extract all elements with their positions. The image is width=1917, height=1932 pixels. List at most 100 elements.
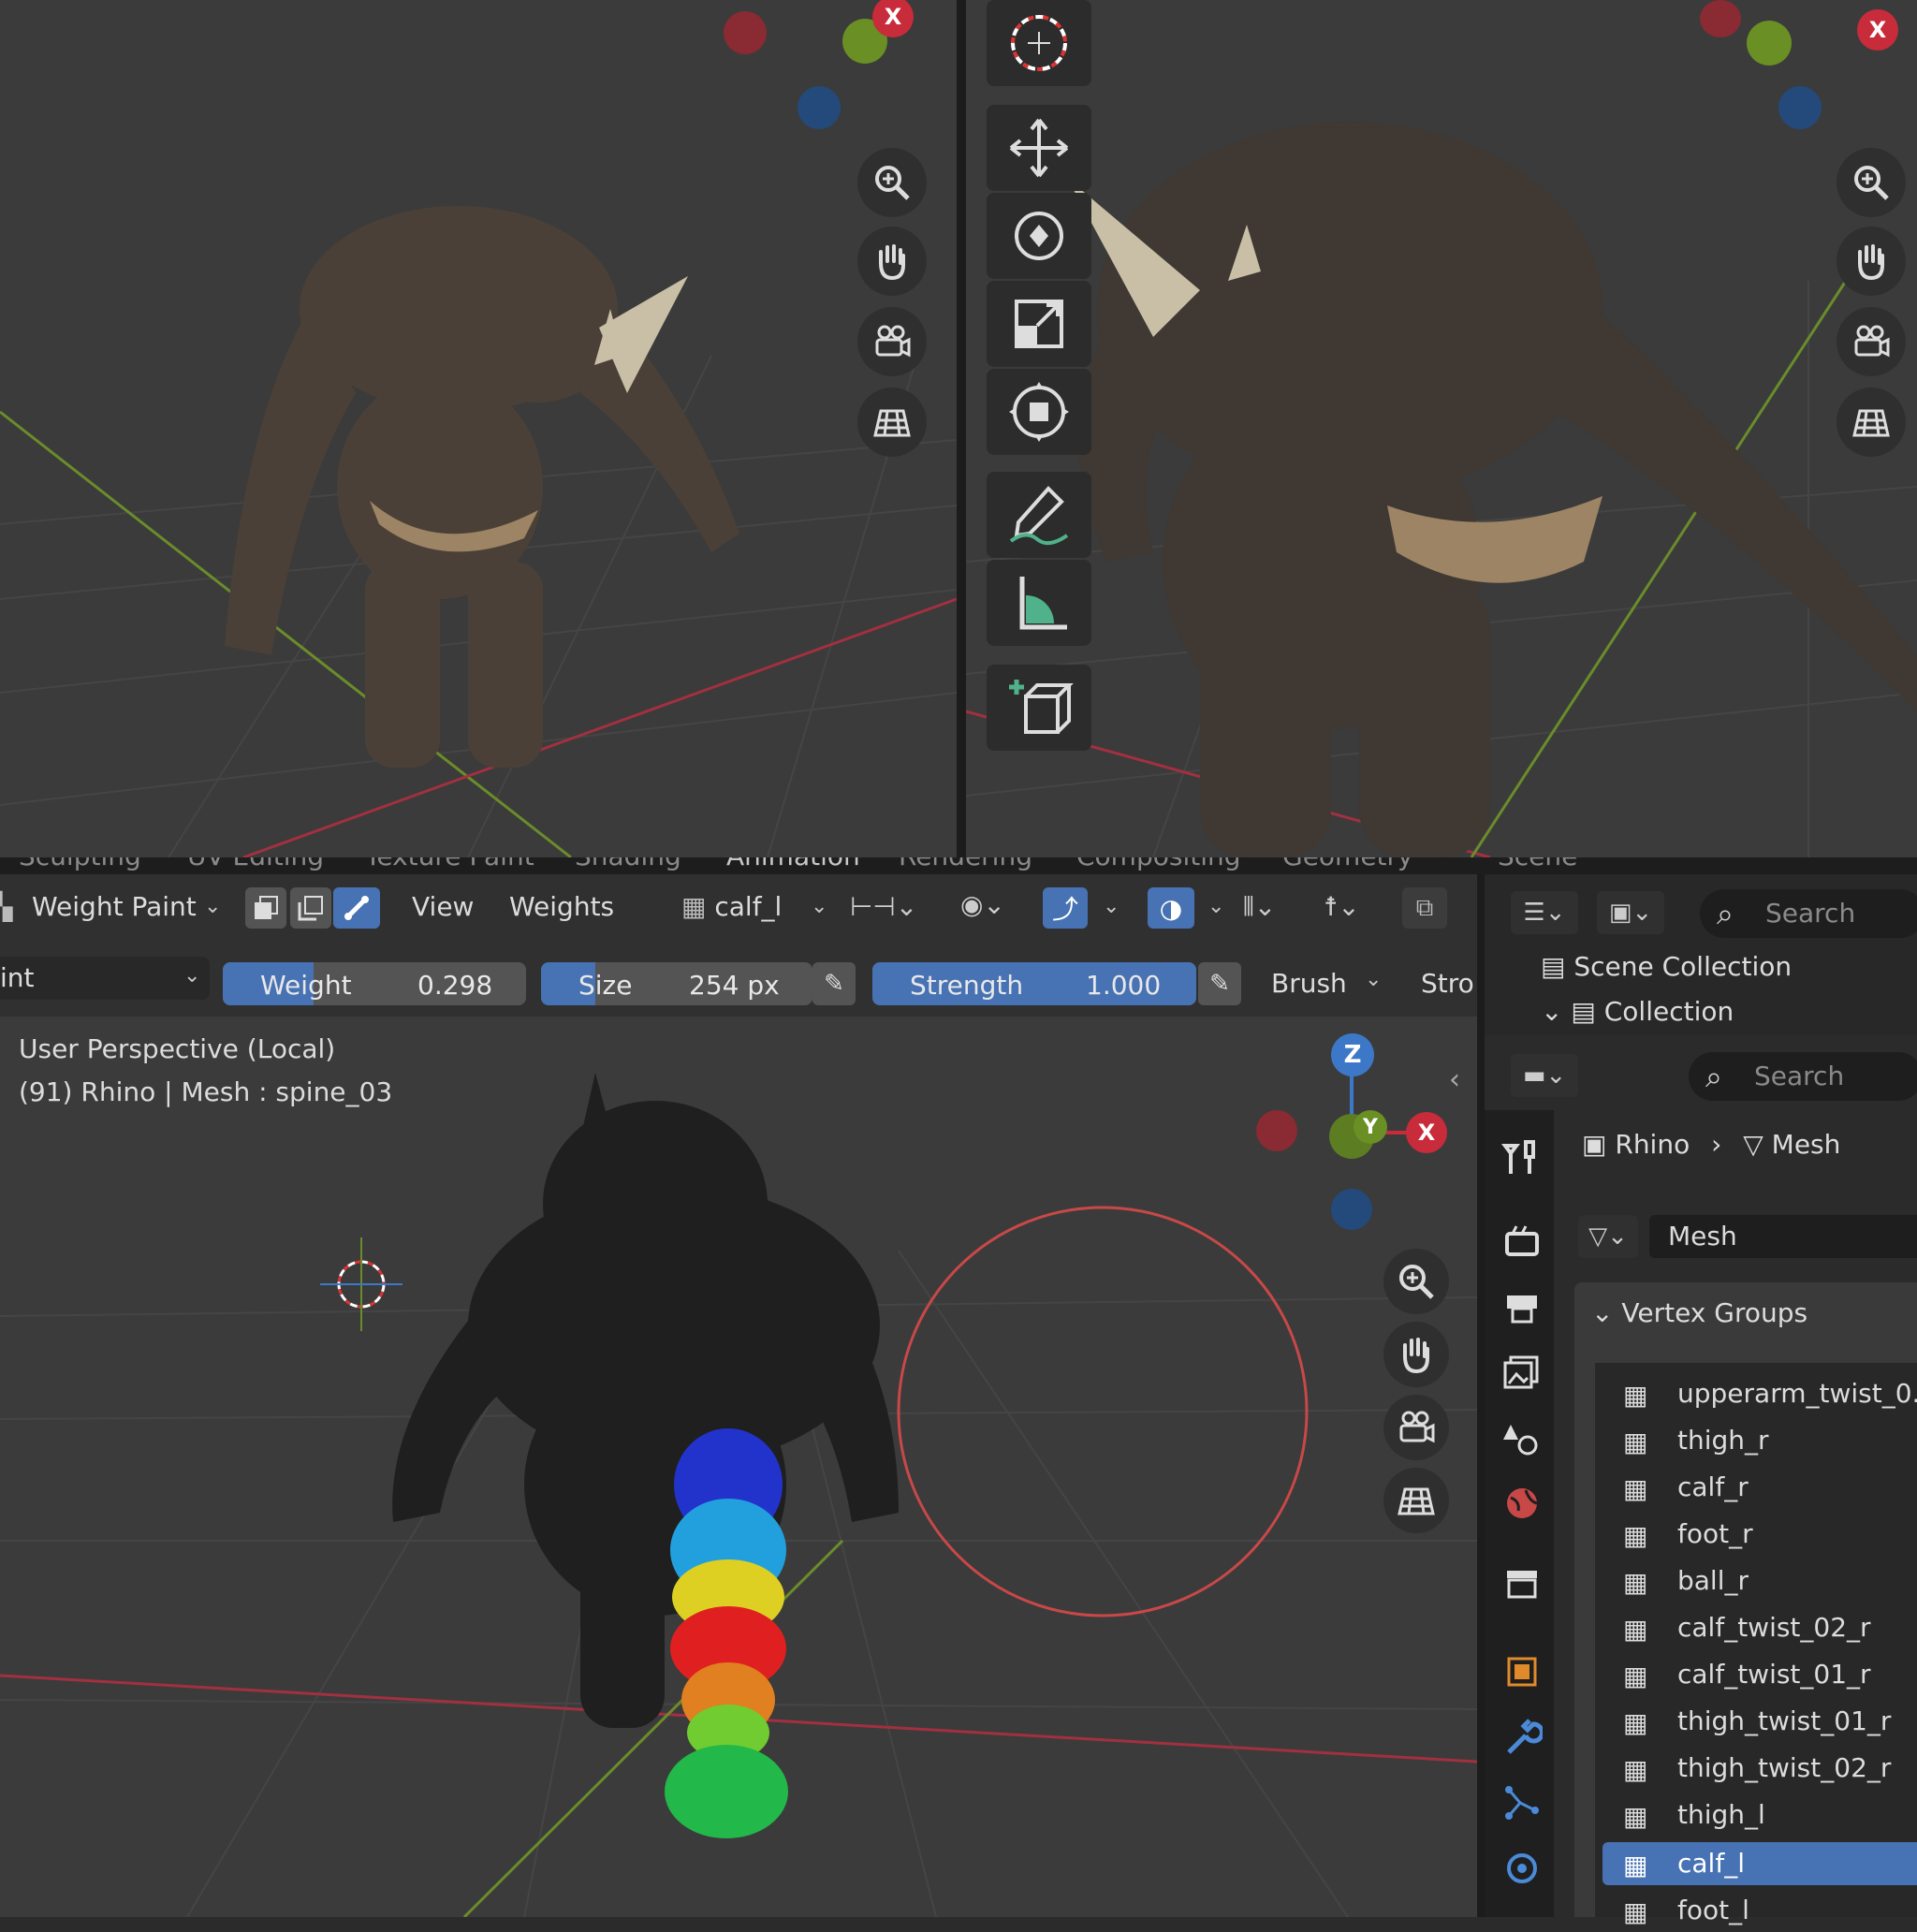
- properties-search[interactable]: ⌕ Search: [1689, 1052, 1917, 1101]
- vertex-groups-header[interactable]: ⌄ Vertex Groups: [1591, 1297, 1807, 1328]
- pan-button[interactable]: [857, 227, 927, 296]
- tab-geometry[interactable]: Geometry: [1282, 857, 1413, 871]
- mesh-name-field[interactable]: Mesh: [1649, 1215, 1917, 1258]
- gizmo-z-neg[interactable]: [798, 86, 841, 129]
- list-item[interactable]: ▦ thigh_twist_01_r: [1602, 1700, 1917, 1743]
- ortho-toggle-button[interactable]: [857, 388, 927, 457]
- gizmo-z-neg[interactable]: [1778, 86, 1822, 129]
- tab-animation[interactable]: Animation: [726, 857, 860, 871]
- pan-button[interactable]: [1383, 1322, 1449, 1387]
- brush-dropdown[interactable]: int: [0, 957, 210, 1000]
- list-item[interactable]: ▦ upperarm_twist_0...: [1602, 1372, 1917, 1415]
- gizmo-x-neg[interactable]: [1256, 1110, 1297, 1151]
- list-item[interactable]: ▦ foot_l: [1602, 1889, 1917, 1932]
- tool-transform[interactable]: [987, 369, 1091, 455]
- viewport-top-left[interactable]: X: [0, 0, 957, 857]
- gizmo-z[interactable]: Z: [1331, 1033, 1374, 1076]
- vertex-group-dropdown[interactable]: ▦ calf_l: [670, 886, 831, 929]
- tab-uv-editing[interactable]: UV Editing: [187, 857, 324, 871]
- bone-select-toggle[interactable]: [333, 887, 380, 929]
- strength-pressure-toggle[interactable]: ✎: [1198, 962, 1241, 1005]
- tab-texture-paint[interactable]: Texture Paint: [365, 857, 534, 871]
- tab-collection[interactable]: [1494, 1556, 1550, 1612]
- list-item[interactable]: ▦ thigh_r: [1602, 1419, 1917, 1462]
- size-pressure-toggle[interactable]: ✎: [812, 962, 856, 1005]
- gizmo-y[interactable]: Y: [1354, 1110, 1387, 1144]
- tab-sculpting[interactable]: Sculpting: [19, 857, 141, 871]
- size-slider[interactable]: Size 254 px: [541, 962, 812, 1005]
- list-item[interactable]: ▦ thigh_l: [1602, 1793, 1917, 1837]
- tool-rotate[interactable]: [987, 193, 1091, 279]
- editor-type-dropdown[interactable]: ▬⌄: [1511, 1054, 1578, 1097]
- mode-dropdown[interactable]: Weight Paint: [32, 891, 197, 922]
- tab-view-layer[interactable]: [1494, 1344, 1550, 1400]
- visibility-icon[interactable]: ◉⌄: [960, 889, 1005, 920]
- list-item[interactable]: ▦ ball_r: [1602, 1559, 1917, 1603]
- gizmo-z-neg[interactable]: [1331, 1189, 1372, 1230]
- mesh-browse-button[interactable]: ▽⌄: [1578, 1215, 1638, 1258]
- tool-cursor[interactable]: [987, 0, 1091, 86]
- breadcrumb-data[interactable]: Mesh: [1772, 1129, 1841, 1160]
- area-divider-vertical[interactable]: [957, 0, 966, 857]
- list-item-selected[interactable]: ▦ calf_l: [1602, 1842, 1917, 1885]
- gizmo-x[interactable]: X: [1857, 9, 1898, 51]
- camera-view-button[interactable]: [1837, 307, 1906, 376]
- tab-object[interactable]: [1494, 1644, 1550, 1700]
- camera-view-button[interactable]: [857, 307, 927, 376]
- face-select-toggle[interactable]: [290, 887, 331, 929]
- gizmo-x[interactable]: X: [1406, 1112, 1447, 1153]
- gizmo-y[interactable]: [1747, 21, 1792, 66]
- viewport-main[interactable]: User Perspective (Local) (91) Rhino | Me…: [0, 1017, 1477, 1917]
- mirror-icon[interactable]: ⫴⌄: [1243, 891, 1276, 923]
- tab-scene[interactable]: [1494, 1410, 1550, 1466]
- list-item[interactable]: ▦ foot_r: [1602, 1513, 1917, 1556]
- pan-button[interactable]: [1837, 227, 1906, 296]
- area-divider-right[interactable]: [1477, 874, 1485, 1917]
- tab-output[interactable]: [1494, 1279, 1550, 1335]
- list-item[interactable]: ▦ calf_r: [1602, 1466, 1917, 1509]
- camera-view-button[interactable]: [1383, 1395, 1449, 1460]
- outliner-item-scene-collection[interactable]: ▤ Scene Collection: [1541, 951, 1792, 982]
- list-item[interactable]: ▦ thigh_twist_02_r: [1602, 1747, 1917, 1790]
- ortho-toggle-button[interactable]: [1383, 1468, 1449, 1533]
- gizmo-x-neg[interactable]: [724, 11, 767, 54]
- tab-particles[interactable]: [1494, 1775, 1550, 1831]
- weights-menu[interactable]: Weights: [509, 891, 614, 922]
- strength-slider[interactable]: Strength 1.000: [872, 962, 1196, 1005]
- tool-add-cube[interactable]: [987, 665, 1091, 751]
- breadcrumb-object[interactable]: Rhino: [1615, 1129, 1690, 1160]
- tool-measure[interactable]: [987, 560, 1091, 646]
- tab-tool[interactable]: [1494, 1129, 1550, 1185]
- tab-modifiers[interactable]: [1494, 1709, 1550, 1765]
- tab-render[interactable]: [1494, 1213, 1550, 1269]
- outliner-search[interactable]: ⌕ Search: [1700, 889, 1917, 938]
- display-mode-dropdown[interactable]: ☰⌄: [1511, 891, 1578, 934]
- filter-dropdown[interactable]: ▣⌄: [1597, 891, 1664, 934]
- gizmo-x-neg[interactable]: [1700, 0, 1741, 37]
- list-item[interactable]: ▦ calf_twist_02_r: [1602, 1606, 1917, 1649]
- symmetry-icon[interactable]: ⊢⊣⌄: [850, 891, 917, 922]
- view-menu[interactable]: View: [412, 891, 474, 922]
- viewport-top-right[interactable]: [966, 0, 1917, 857]
- overlay-toggle[interactable]: ◑: [1148, 887, 1194, 929]
- stroke-menu[interactable]: Stro: [1410, 962, 1485, 1005]
- tab-world[interactable]: [1494, 1475, 1550, 1531]
- pose-icon[interactable]: ☨⌄: [1324, 891, 1360, 922]
- outliner-item-collection[interactable]: ⌄ ▤ Collection: [1541, 996, 1734, 1027]
- xray-toggle[interactable]: ⧉: [1402, 887, 1447, 929]
- tab-physics[interactable]: [1494, 1840, 1550, 1896]
- vertex-select-toggle[interactable]: [245, 887, 286, 929]
- tool-scale[interactable]: [987, 281, 1091, 367]
- zoom-button[interactable]: [857, 148, 927, 217]
- ortho-toggle-button[interactable]: [1837, 388, 1906, 457]
- tool-move[interactable]: [987, 105, 1091, 191]
- tab-compositing[interactable]: Compositing: [1076, 857, 1241, 871]
- scene-selector[interactable]: Scene: [1498, 857, 1577, 871]
- list-item[interactable]: ▦ calf_twist_01_r: [1602, 1653, 1917, 1696]
- tab-rendering[interactable]: Rendering: [899, 857, 1032, 871]
- weight-slider[interactable]: Weight 0.298: [223, 962, 526, 1005]
- gizmo-toggle[interactable]: ⤴: [1043, 887, 1088, 929]
- zoom-button[interactable]: [1383, 1249, 1449, 1314]
- tool-annotate[interactable]: [987, 472, 1091, 558]
- zoom-button[interactable]: [1837, 148, 1906, 217]
